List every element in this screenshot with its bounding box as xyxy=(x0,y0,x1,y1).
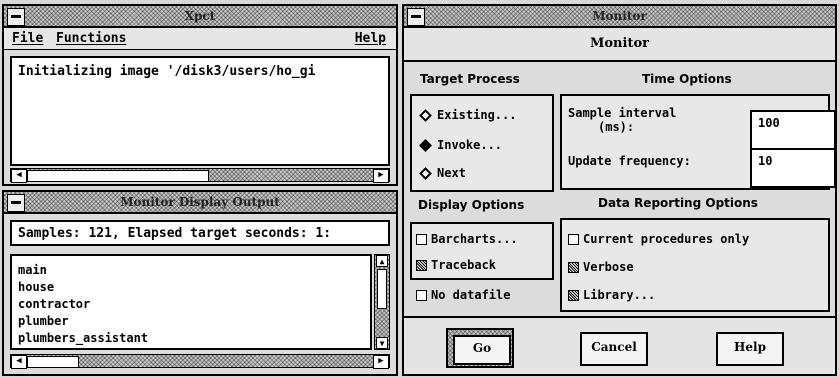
target-process-title: Target Process xyxy=(420,72,520,86)
monitor-header-bar: Monitor xyxy=(404,28,835,62)
help-button[interactable]: Help xyxy=(716,332,784,366)
xpct-horizontal-scrollbar[interactable]: ◀ ▶ xyxy=(10,168,390,183)
display-output-titlebar[interactable]: Monitor Display Output xyxy=(4,192,396,214)
button-bar: Go Cancel Help xyxy=(404,316,835,374)
checkbox-verbose[interactable]: Verbose xyxy=(568,260,634,274)
scroll-right-arrow-icon[interactable]: ▶ xyxy=(373,169,389,183)
display-output-title: Monitor Display Output xyxy=(120,195,280,209)
checkbox-checked-icon xyxy=(416,259,427,271)
radio-diamond-selected-icon xyxy=(419,138,432,152)
radio-diamond-icon xyxy=(419,166,432,180)
radio-invoke[interactable]: Invoke... xyxy=(418,138,502,152)
list-item[interactable]: main xyxy=(12,262,370,279)
display-horizontal-scrollbar[interactable]: ◀ ▶ xyxy=(10,354,390,369)
xpct-menubar: File Functions Help xyxy=(4,28,396,50)
checkbox-traceback[interactable]: Traceback xyxy=(416,258,496,272)
scroll-thumb[interactable] xyxy=(27,170,209,182)
menu-help[interactable]: Help xyxy=(355,31,386,46)
menu-file[interactable]: File xyxy=(12,31,43,46)
xpct-window: Xpct File Functions Help Initializing im… xyxy=(2,4,398,186)
update-frequency-input[interactable]: 10 xyxy=(750,148,836,188)
monitor-titlebar[interactable]: Monitor xyxy=(404,6,835,28)
checkbox-icon xyxy=(568,233,579,245)
checkbox-current-procedures-only[interactable]: Current procedures only xyxy=(568,232,749,246)
list-item[interactable]: contractor xyxy=(12,296,370,313)
display-options-group: Barcharts... Traceback xyxy=(410,222,554,280)
summary-field[interactable]: Samples: 121, Elapsed target seconds: 1: xyxy=(10,220,390,246)
go-button[interactable]: Go xyxy=(453,335,511,365)
checkbox-no-datafile[interactable]: No datafile xyxy=(416,288,510,302)
scroll-left-arrow-icon[interactable]: ◀ xyxy=(11,169,27,183)
summary-text: Samples: 121, Elapsed target seconds: 1: xyxy=(18,226,332,241)
monitor-title: Monitor xyxy=(592,9,647,23)
scroll-right-arrow-icon[interactable]: ▶ xyxy=(373,355,389,369)
radio-next[interactable]: Next xyxy=(418,166,466,180)
xpct-titlebar[interactable]: Xpct xyxy=(4,6,396,28)
data-reporting-group: Current procedures only Verbose Library.… xyxy=(560,218,830,312)
sample-interval-input[interactable]: 100 xyxy=(750,110,836,150)
radio-existing[interactable]: Existing... xyxy=(418,108,516,122)
menu-functions[interactable]: Functions xyxy=(56,31,126,46)
scroll-thumb[interactable] xyxy=(377,269,387,309)
checkbox-icon xyxy=(416,233,427,245)
data-reporting-title: Data Reporting Options xyxy=(598,196,758,210)
xpct-title: Xpct xyxy=(184,9,216,23)
update-frequency-label: Update frequency: xyxy=(568,154,691,168)
display-output-window: Monitor Display Output Samples: 121, Ela… xyxy=(2,190,398,376)
checkbox-checked-icon xyxy=(568,289,579,301)
procedure-vertical-scrollbar[interactable]: ▲ ▼ xyxy=(374,254,390,350)
radio-diamond-icon xyxy=(419,108,432,122)
cancel-button[interactable]: Cancel xyxy=(580,332,648,366)
list-item[interactable]: plumber xyxy=(12,313,370,330)
time-options-title: Time Options xyxy=(642,72,732,86)
go-button-default-frame: Go xyxy=(446,328,514,368)
time-options-group: Sample interval (ms): 100 Update frequen… xyxy=(560,94,836,190)
procedure-list[interactable]: main house contractor plumber plumbers_a… xyxy=(10,254,372,350)
xpct-output-text: Initializing image '/disk3/users/ho_gi xyxy=(18,64,316,79)
target-process-group: Existing... Invoke... Next xyxy=(410,94,554,192)
list-item[interactable]: plumbers_assistant xyxy=(12,330,370,347)
monitor-window: Monitor Monitor Target Process Existing.… xyxy=(402,4,837,376)
display-options-title: Display Options xyxy=(418,198,525,212)
checkbox-library[interactable]: Library... xyxy=(568,288,655,302)
sample-interval-label: Sample interval (ms): xyxy=(568,106,677,134)
checkbox-checked-icon xyxy=(568,261,579,273)
scroll-left-arrow-icon[interactable]: ◀ xyxy=(11,355,27,369)
scroll-down-arrow-icon[interactable]: ▼ xyxy=(376,337,388,349)
xpct-output-area[interactable]: Initializing image '/disk3/users/ho_gi xyxy=(10,56,390,166)
list-item[interactable]: house xyxy=(12,279,370,296)
checkbox-barcharts[interactable]: Barcharts... xyxy=(416,232,518,246)
monitor-header: Monitor xyxy=(590,36,649,51)
scroll-thumb[interactable] xyxy=(27,356,79,368)
scroll-up-arrow-icon[interactable]: ▲ xyxy=(376,255,388,267)
checkbox-icon xyxy=(416,289,427,301)
